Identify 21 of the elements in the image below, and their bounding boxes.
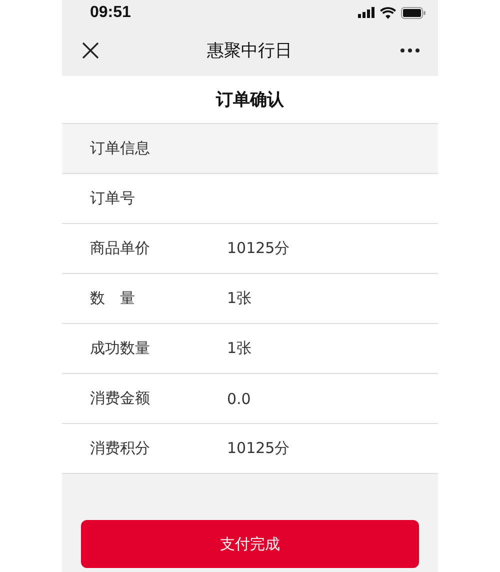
field-label: 消费金额 — [90, 389, 151, 408]
status-time: 09:51 — [90, 4, 131, 22]
field-label: 成功数量 — [90, 339, 151, 358]
section-title: 订单信息 — [90, 139, 151, 158]
pay-complete-button[interactable]: 支付完成 — [81, 520, 419, 568]
nav-title: 惠聚中行日 — [207, 40, 292, 62]
wifi-icon — [380, 6, 396, 18]
close-icon[interactable] — [82, 42, 99, 59]
battery-icon — [401, 6, 426, 18]
field-label: 商品单价 — [90, 239, 151, 258]
field-value: 1张 — [227, 289, 252, 308]
field-value: 10125分 — [227, 239, 290, 258]
page-title: 订单确认 — [216, 89, 284, 111]
field-label: 订单号 — [90, 189, 136, 208]
more-icon[interactable] — [400, 48, 420, 53]
field-label: 消费积分 — [90, 439, 151, 458]
field-label: 数 量 — [90, 289, 136, 308]
field-value: 1张 — [227, 339, 252, 358]
signal-icon — [358, 7, 375, 18]
field-value: 10125分 — [227, 439, 290, 458]
field-value: 0.0 — [227, 390, 251, 408]
